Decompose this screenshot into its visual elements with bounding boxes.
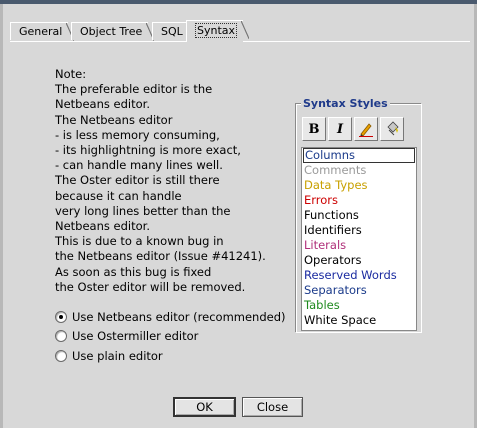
style-item-reserved-words[interactable]: Reserved Words <box>302 268 416 283</box>
radio-netbeans-editor[interactable]: Use Netbeans editor (recommended) <box>55 307 286 327</box>
style-item-operators[interactable]: Operators <box>302 253 416 268</box>
tab-bar: General Object Tree SQL Syntax <box>10 20 470 42</box>
note-line: the Netbeans editor (Issue #41241). <box>55 249 266 264</box>
tab-sql[interactable]: SQL <box>152 22 195 41</box>
note-line: - is less memory consuming, <box>55 127 220 142</box>
tab-object-tree[interactable]: Object Tree <box>71 22 155 41</box>
style-item-comments[interactable]: Comments <box>302 163 416 178</box>
syntax-styles-title: Syntax Styles <box>301 97 390 110</box>
ok-button[interactable]: OK <box>173 397 236 417</box>
style-item-separators[interactable]: Separators <box>302 283 416 298</box>
syntax-style-list[interactable]: Columns Comments Data Types Errors Funct… <box>301 147 417 331</box>
note-line: very long lines better than the <box>55 203 231 218</box>
style-item-errors[interactable]: Errors <box>302 193 416 208</box>
note-line: The preferable editor is the <box>55 82 213 97</box>
background-fill-icon[interactable] <box>380 117 404 141</box>
italic-button[interactable]: I <box>328 117 352 141</box>
note-line: Note: <box>55 67 87 81</box>
style-item-columns[interactable]: Columns <box>303 148 415 163</box>
close-button[interactable]: Close <box>242 397 303 417</box>
style-item-tables[interactable]: Tables <box>302 298 416 313</box>
note-line: because it can handle <box>55 188 182 203</box>
note-line: - can handle many lines well. <box>55 158 223 173</box>
radio-label: Use Netbeans editor (recommended) <box>72 309 286 324</box>
window-border-left <box>0 4 3 428</box>
note-line: the Oster editor will be removed. <box>55 279 246 294</box>
note-line: As soon as this bug is fixed <box>55 264 212 279</box>
style-item-literals[interactable]: Literals <box>302 238 416 253</box>
editor-note: Note: The preferable editor is the Netbe… <box>55 67 290 295</box>
style-item-functions[interactable]: Functions <box>302 208 416 223</box>
note-line: This is due to a known bug in <box>55 234 224 249</box>
note-line: The Netbeans editor <box>55 112 173 127</box>
note-line: Netbeans editor. <box>55 97 150 112</box>
pencil-color-icon[interactable] <box>354 117 378 141</box>
bold-button[interactable]: B <box>302 117 326 141</box>
style-toolbar: B I <box>302 117 406 145</box>
radio-label: Use plain editor <box>72 348 163 363</box>
radio-button[interactable] <box>55 330 67 343</box>
syntax-styles-group: Syntax Styles B I Columns Comments Data … <box>296 97 422 333</box>
tab-syntax[interactable]: Syntax <box>186 20 250 42</box>
radio-button[interactable] <box>55 349 67 362</box>
style-item-identifiers[interactable]: Identifiers <box>302 223 416 238</box>
radio-plain-editor[interactable]: Use plain editor <box>55 346 286 366</box>
note-line: Netbeans editor. <box>55 219 150 234</box>
radio-button[interactable] <box>55 310 67 323</box>
style-item-white-space[interactable]: White Space <box>302 313 416 328</box>
note-line: The Oster editor is still there <box>55 173 220 188</box>
tab-general[interactable]: General <box>10 22 75 41</box>
editor-choice-group: Use Netbeans editor (recommended) Use Os… <box>55 307 286 366</box>
note-line: - its highlightning is more exact, <box>55 143 241 158</box>
radio-ostermiller-editor[interactable]: Use Ostermiller editor <box>55 327 286 347</box>
radio-label: Use Ostermiller editor <box>72 329 199 344</box>
window-title-bar <box>0 0 477 4</box>
style-item-data-types[interactable]: Data Types <box>302 178 416 193</box>
